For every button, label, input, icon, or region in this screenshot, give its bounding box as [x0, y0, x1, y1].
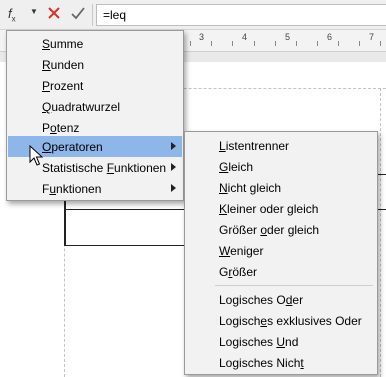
table-border: [64, 245, 184, 246]
menu-separator: [215, 285, 373, 286]
chevron-right-icon: [171, 163, 176, 171]
menu-item-label: Logisches Oder: [219, 293, 304, 307]
ruler-label: 5: [285, 32, 291, 42]
ruler-tick: [338, 41, 339, 46]
fx-subscript: x: [11, 14, 16, 24]
menu-item-label: Logisches exklusives Oder: [219, 314, 362, 328]
menu-item-label: Operatoren: [42, 140, 103, 154]
chevron-right-icon: [171, 184, 176, 192]
menu-item-label: Weniger: [219, 244, 264, 258]
ruler-label: 7: [369, 32, 375, 42]
menu-item-funktionen[interactable]: Funktionen: [8, 178, 182, 199]
menu-item-label: Statistische Funktionen: [42, 161, 167, 175]
functions-menu: Summe Runden Prozent Quadratwurzel Poten…: [6, 30, 184, 201]
menu-item-logisches-oder[interactable]: Logisches Oder: [186, 289, 376, 310]
table-border: [64, 200, 66, 246]
menu-item-label: Nicht gleich: [219, 181, 282, 195]
menu-item-label: Größer oder gleich: [219, 223, 320, 237]
chevron-right-icon: [171, 142, 176, 150]
ruler-tick: [296, 41, 297, 46]
ruler-tick: [232, 41, 233, 46]
ruler-tick: [190, 41, 191, 46]
menu-item-logisches-und[interactable]: Logisches Und: [186, 331, 376, 352]
menu-item-kleiner-oder-gleich[interactable]: Kleiner oder gleich: [186, 198, 376, 219]
table-border: [64, 209, 184, 210]
ruler-label: 6: [327, 32, 333, 42]
ruler-tick: [254, 41, 255, 46]
check-icon[interactable]: [70, 5, 86, 21]
menu-item-label: Funktionen: [42, 182, 102, 196]
menu-item-groesser[interactable]: Größer: [186, 261, 376, 282]
function-dropdown-icon[interactable]: ▼: [30, 7, 38, 16]
operators-submenu: Listentrenner Gleich Nicht gleich Kleine…: [184, 131, 378, 375]
menu-item-label: Größer: [219, 265, 258, 279]
menu-item-label: Listentrenner: [219, 139, 290, 153]
menu-item-quadratwurzel[interactable]: Quadratwurzel: [8, 96, 182, 117]
menu-item-label: Gleich: [219, 160, 254, 174]
menu-item-label: Summe: [42, 37, 84, 51]
menu-item-label: Runden: [42, 58, 85, 72]
text-boundary: [380, 88, 381, 377]
ruler-tick: [211, 41, 212, 46]
table-border: [378, 209, 386, 210]
menu-item-prozent[interactable]: Prozent: [8, 75, 182, 96]
menu-item-label: Logisches Nicht: [219, 356, 304, 370]
ruler-label: 4: [242, 32, 248, 42]
table-border: [378, 174, 386, 175]
menu-item-listentrenner[interactable]: Listentrenner: [186, 135, 376, 156]
menu-item-label: Logisches Und: [219, 335, 299, 349]
ruler-label: 3: [199, 32, 205, 42]
ruler-tick: [317, 41, 318, 46]
formula-toolbar: fx ▼ =leq: [0, 0, 386, 30]
menu-item-potenz[interactable]: Potenz: [8, 117, 182, 138]
x-icon[interactable]: [46, 5, 62, 21]
ruler-tick: [275, 41, 276, 46]
mouse-pointer-icon: [29, 145, 43, 166]
menu-item-logisches-nicht[interactable]: Logisches Nicht: [186, 352, 376, 373]
menu-item-nicht-gleich[interactable]: Nicht gleich: [186, 177, 376, 198]
ruler-tick: [359, 41, 360, 46]
menu-item-label: Kleiner oder gleich: [219, 202, 319, 216]
menu-item-label: Potenz: [42, 121, 80, 135]
formula-input[interactable]: =leq: [96, 4, 386, 26]
menu-item-weniger[interactable]: Weniger: [186, 240, 376, 261]
menu-item-gleich[interactable]: Gleich: [186, 156, 376, 177]
menu-item-label: Prozent: [42, 79, 84, 93]
menu-item-runden[interactable]: Runden: [8, 54, 182, 75]
menu-item-logisches-exklusives-oder[interactable]: Logisches exklusives Oder: [186, 310, 376, 331]
menu-item-summe[interactable]: Summe: [8, 33, 182, 54]
function-wizard-button[interactable]: fx: [8, 6, 16, 24]
toolbar-separator: [92, 4, 93, 26]
menu-item-label: Quadratwurzel: [42, 100, 121, 114]
menu-item-groesser-oder-gleich[interactable]: Größer oder gleich: [186, 219, 376, 240]
ruler-tick: [380, 41, 381, 46]
